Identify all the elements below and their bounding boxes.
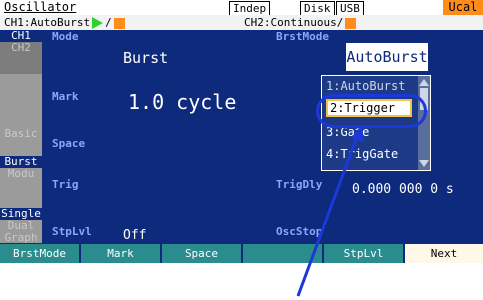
dropdown-option-autoburst[interactable]: 1:AutoBurst [326, 79, 405, 93]
mode-tab-group[interactable]: Burst Modu [0, 156, 42, 208]
screen-title: Oscillator [4, 0, 77, 14]
trigdly-label: TrigDly [276, 178, 323, 191]
display-tab-group[interactable]: Single Dual Graph [0, 208, 42, 244]
mark-value[interactable]: 1.0 cycle [128, 90, 236, 114]
trig-label: Trig [52, 178, 79, 191]
softkey-brstmode[interactable]: BrstMode [0, 244, 79, 263]
play-icon [92, 17, 104, 29]
trigdly-value[interactable]: 0.000 000 0 s [352, 182, 454, 197]
ucal-badge: Ucal [443, 0, 483, 15]
scroll-down-icon[interactable] [419, 160, 429, 167]
mark-label: Mark [52, 90, 79, 103]
channel-status-bar: CH1:AutoBurst / CH2:Continuous/ [0, 15, 483, 30]
tab-basic[interactable]: Basic [0, 74, 42, 156]
ch1-status-text: CH1:AutoBurst [4, 16, 91, 29]
indep-indicator: Indep [229, 1, 271, 16]
tab-basic-label: Basic [4, 127, 38, 140]
ch2-status-text: CH2:Continuous/ [244, 16, 344, 29]
tab-modu[interactable]: Modu [0, 168, 42, 180]
brstmode-label: BrstMode [276, 30, 329, 43]
channel-tab[interactable]: CH1 CH2 [0, 30, 42, 74]
softkey-space[interactable]: Space [162, 244, 241, 263]
softkey-empty[interactable] [243, 244, 322, 263]
tab-graph[interactable]: Graph [0, 232, 42, 244]
status-bar: Oscillator Indep Disk USB Ucal [0, 0, 483, 16]
softkey-stplvl[interactable]: StpLvl [324, 244, 403, 263]
stop-square-icon [345, 17, 357, 29]
scroll-up-icon[interactable] [419, 79, 429, 86]
mode-label: Mode [52, 30, 79, 43]
softkey-bar: BrstMode Mark Space StpLvl Next [0, 244, 483, 263]
stplvl-value[interactable]: Off [123, 228, 146, 243]
disk-indicator: Disk [300, 1, 335, 16]
usb-indicator: USB [336, 1, 364, 16]
stplvl-label: StpLvl [52, 225, 92, 238]
softkey-mark[interactable]: Mark [81, 244, 160, 263]
dropdown-option-triggate[interactable]: 4:TrigGate [326, 147, 398, 161]
brstmode-value[interactable]: AutoBurst [346, 43, 428, 71]
ch1-status: CH1:AutoBurst / [4, 15, 125, 30]
callout-ring [316, 94, 427, 128]
tab-ch2[interactable]: CH2 [0, 42, 42, 54]
ch2-status: CH2:Continuous/ [244, 15, 357, 30]
stop-square-icon [113, 17, 125, 29]
oscstop-label: OscStop [276, 225, 323, 238]
oscillator-screen: Oscillator Indep Disk USB Ucal CH1:AutoB… [0, 0, 483, 263]
softkey-next[interactable]: Next [405, 244, 483, 263]
ch1-separator: / [105, 16, 112, 29]
space-label: Space [52, 137, 86, 150]
mode-value[interactable]: Burst [123, 49, 168, 67]
